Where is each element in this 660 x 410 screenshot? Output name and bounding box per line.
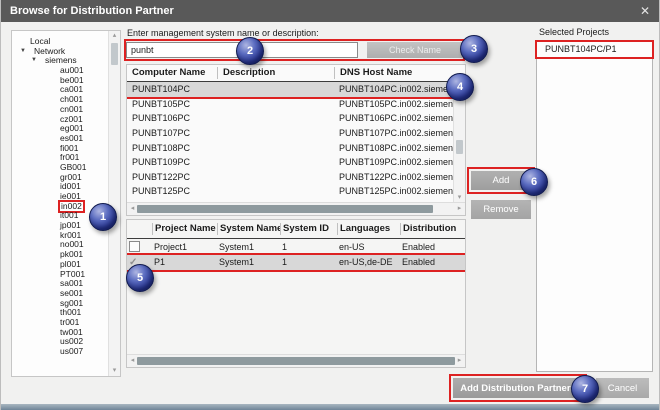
search-row: Check Name (126, 41, 463, 59)
callout-balloon-1: 1 (89, 203, 117, 231)
project-rows: Project1System11en-USEnabled✓P1System11e… (127, 239, 465, 355)
callout-balloon-3: 3 (460, 35, 488, 63)
computer-cell: PUNBT106PC.in002.siemens.ne (334, 113, 455, 123)
title-bar: Browse for Distribution Partner ✕ (1, 0, 659, 22)
search-label: Enter management system name or descript… (127, 28, 319, 38)
project-cell: Enabled (400, 242, 465, 252)
computer-cell: PUNBT109PC (127, 157, 217, 167)
computer-table-hscroll[interactable]: ◂ ▸ (127, 202, 465, 215)
project-cell: en-US (337, 242, 400, 252)
computer-row[interactable]: PUNBT108PC PUNBT108PC.in002.siemens.ne (127, 140, 455, 155)
project-table: Project Name System Name System ID Langu… (126, 219, 466, 368)
scroll-right-icon[interactable]: ▸ (454, 355, 465, 367)
project-cell: System1 (217, 242, 280, 252)
column-system-name[interactable]: System Name (217, 223, 280, 235)
expand-arrow-icon[interactable]: ▼ (20, 47, 26, 57)
computer-rows: PUNBT104PCPUNBT104PC.in002.siemens.nPUNB… (127, 82, 455, 203)
column-computer-name[interactable]: Computer Name (127, 67, 217, 79)
project-cell: 1 (280, 257, 337, 267)
computer-cell: PUNBT105PC.in002.siemens.ne (334, 99, 455, 109)
computer-cell: PUNBT104PC.in002.siemens.n (334, 84, 455, 94)
project-row[interactable]: ✓P1System11en-US,de-DEEnabled (127, 255, 465, 271)
check-name-button[interactable]: Check Name (367, 42, 463, 58)
computer-row[interactable]: PUNBT104PC PUNBT104PC.in002.siemens.n (127, 82, 455, 97)
add-distribution-partners-button[interactable]: Add Distribution Partners (453, 378, 583, 398)
tree-item-ie001[interactable]: ie001 (12, 192, 108, 202)
project-table-header: Project Name System Name System ID Langu… (127, 220, 465, 239)
column-languages[interactable]: Languages (337, 223, 400, 235)
remove-button[interactable]: Remove (471, 200, 531, 219)
checkbox[interactable] (129, 241, 140, 252)
column-checkbox (127, 223, 152, 235)
project-table-hscroll[interactable]: ◂ ▸ (127, 354, 465, 367)
computer-cell: PUNBT105PC (127, 99, 217, 109)
callout-balloon-7: 7 (571, 375, 599, 403)
computer-cell: PUNBT108PC (127, 143, 217, 153)
computer-row[interactable]: PUNBT106PC PUNBT106PC.in002.siemens.ne (127, 111, 455, 126)
project-cell: 1 (280, 242, 337, 252)
callout-balloon-5: 5 (126, 264, 154, 292)
computer-row[interactable]: PUNBT107PC PUNBT107PC.in002.siemens.ne (127, 126, 455, 141)
computer-row[interactable]: PUNBT122PC PUNBT122PC.in002.siemens.ne (127, 170, 455, 185)
window-title: Browse for Distribution Partner (10, 5, 174, 17)
project-cell: System1 (217, 257, 280, 267)
project-cell: Project1 (152, 242, 217, 252)
callout-balloon-2: 2 (236, 37, 264, 65)
selected-projects-label: Selected Projects (539, 27, 609, 37)
project-cell: Enabled (400, 257, 465, 267)
computer-cell: PUNBT106PC (127, 113, 217, 123)
computer-cell: PUNBT107PC.in002.siemens.ne (334, 128, 455, 138)
window-bottom-edge (1, 404, 659, 410)
close-icon[interactable]: ✕ (640, 4, 650, 18)
scroll-down-icon[interactable]: ▾ (109, 366, 120, 376)
selected-projects-list[interactable]: PUNBT104PC/P1 (536, 41, 653, 372)
computer-scrollbar-thumb[interactable] (456, 140, 463, 154)
computer-row[interactable]: PUNBT109PC PUNBT109PC.in002.siemens.ne (127, 155, 455, 170)
project-row[interactable]: Project1System11en-USEnabled (127, 239, 465, 255)
cancel-button[interactable]: Cancel (596, 378, 649, 398)
computer-cell: PUNBT109PC.in002.siemens.ne (334, 157, 455, 167)
project-cell: en-US,de-DE (337, 257, 400, 267)
computer-cell: PUNBT108PC.in002.siemens.ne (334, 143, 455, 153)
selected-project-item[interactable]: PUNBT104PC/P1 (537, 42, 652, 57)
column-description[interactable]: Description (217, 67, 334, 79)
project-cell: P1 (152, 257, 217, 267)
tree-item-us007[interactable]: us007 (12, 347, 108, 357)
computer-cell: PUNBT122PC.in002.siemens.ne (334, 172, 455, 182)
computer-cell: PUNBT125PC.in002.siemens.ne (334, 186, 455, 196)
callout-balloon-6: 6 (520, 168, 548, 196)
computer-cell: PUNBT122PC (127, 172, 217, 182)
tree-scrollbar[interactable]: ▴ ▾ (108, 31, 120, 376)
computer-hscroll-thumb[interactable] (137, 205, 433, 213)
callout-balloon-4: 4 (446, 73, 474, 101)
column-dns-host-name[interactable]: DNS Host Name (334, 67, 465, 79)
project-hscroll-thumb[interactable] (137, 357, 455, 365)
computer-table-header: Computer Name Description DNS Host Name (127, 65, 465, 82)
tree-scrollbar-thumb[interactable] (111, 43, 118, 65)
computer-cell: PUNBT107PC (127, 128, 217, 138)
column-system-id[interactable]: System ID (280, 223, 337, 235)
scroll-right-icon[interactable]: ▸ (454, 203, 465, 215)
expand-arrow-icon[interactable]: ▼ (31, 56, 37, 66)
browse-for-distribution-partner-dialog: Browse for Distribution Partner ✕ Local▼… (0, 0, 660, 410)
column-project-name[interactable]: Project Name (152, 223, 217, 235)
computer-cell: PUNBT125PC (127, 186, 217, 196)
computer-cell: PUNBT104PC (127, 84, 217, 94)
computer-table: Computer Name Description DNS Host Name … (126, 64, 466, 216)
column-distribution[interactable]: Distribution (400, 223, 465, 235)
computer-row[interactable]: PUNBT125PC PUNBT125PC.in002.siemens.ne (127, 184, 455, 199)
tree-item-label: us007 (60, 347, 83, 357)
computer-row[interactable]: PUNBT105PC PUNBT105PC.in002.siemens.ne (127, 97, 455, 112)
scroll-up-icon[interactable]: ▴ (109, 31, 120, 41)
